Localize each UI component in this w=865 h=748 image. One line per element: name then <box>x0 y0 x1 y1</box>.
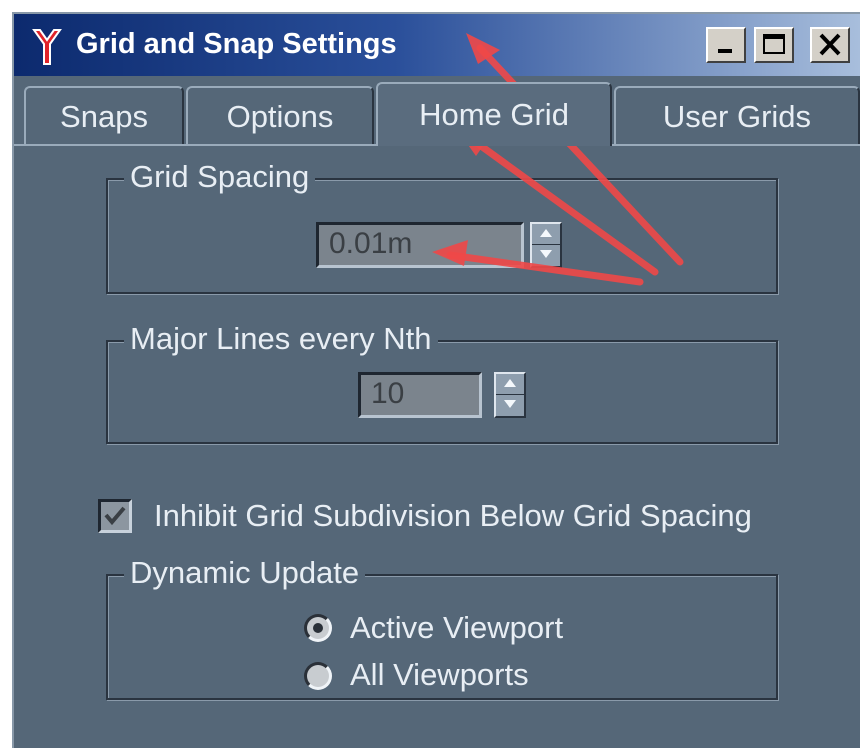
grid-spacing-spin-down[interactable] <box>532 245 560 265</box>
all-viewports-radio[interactable] <box>304 662 332 690</box>
grid-spacing-input[interactable]: 0.01m <box>316 222 524 268</box>
arrow-down-icon <box>540 250 552 258</box>
major-lines-input[interactable]: 10 <box>358 372 482 418</box>
major-lines-spin-down[interactable] <box>496 395 524 415</box>
tab-options[interactable]: Options <box>186 86 374 146</box>
radio-selected-dot <box>313 623 323 633</box>
arrow-up-icon <box>504 379 516 387</box>
maximize-button[interactable] <box>754 27 794 63</box>
minimize-icon <box>718 49 732 53</box>
tab-home-grid[interactable]: Home Grid <box>376 82 612 146</box>
grid-spacing-spinner[interactable] <box>530 222 562 268</box>
tab-user-grids[interactable]: User Grids <box>614 86 860 146</box>
major-lines-spinner[interactable] <box>494 372 526 418</box>
major-lines-spin-up[interactable] <box>496 374 524 395</box>
title-bar[interactable]: Grid and Snap Settings <box>14 14 860 76</box>
all-viewports-label: All Viewports <box>350 657 529 692</box>
window-title: Grid and Snap Settings <box>76 28 397 60</box>
tab-snaps[interactable]: Snaps <box>24 86 184 146</box>
minimize-button[interactable] <box>706 27 746 63</box>
app-logo-icon <box>30 26 64 66</box>
arrow-down-icon <box>504 400 516 408</box>
close-button[interactable] <box>810 27 850 63</box>
active-viewport-radio[interactable] <box>304 614 332 642</box>
inhibit-subdivision-checkbox[interactable] <box>98 499 132 533</box>
close-icon <box>819 33 841 56</box>
inhibit-subdivision-label: Inhibit Grid Subdivision Below Grid Spac… <box>154 498 752 533</box>
active-viewport-label: Active Viewport <box>350 610 564 645</box>
grid-spacing-spin-up[interactable] <box>532 224 560 245</box>
maximize-icon <box>763 34 785 54</box>
grid-snap-settings-window: Grid and Snap Settings Snaps Options Hom… <box>12 12 860 748</box>
arrow-up-icon <box>540 229 552 237</box>
grid-spacing-label: Grid Spacing <box>124 159 316 195</box>
dynamic-update-label: Dynamic Update <box>124 555 366 591</box>
major-lines-label: Major Lines every Nth <box>124 321 438 357</box>
checkmark-icon <box>104 506 126 526</box>
